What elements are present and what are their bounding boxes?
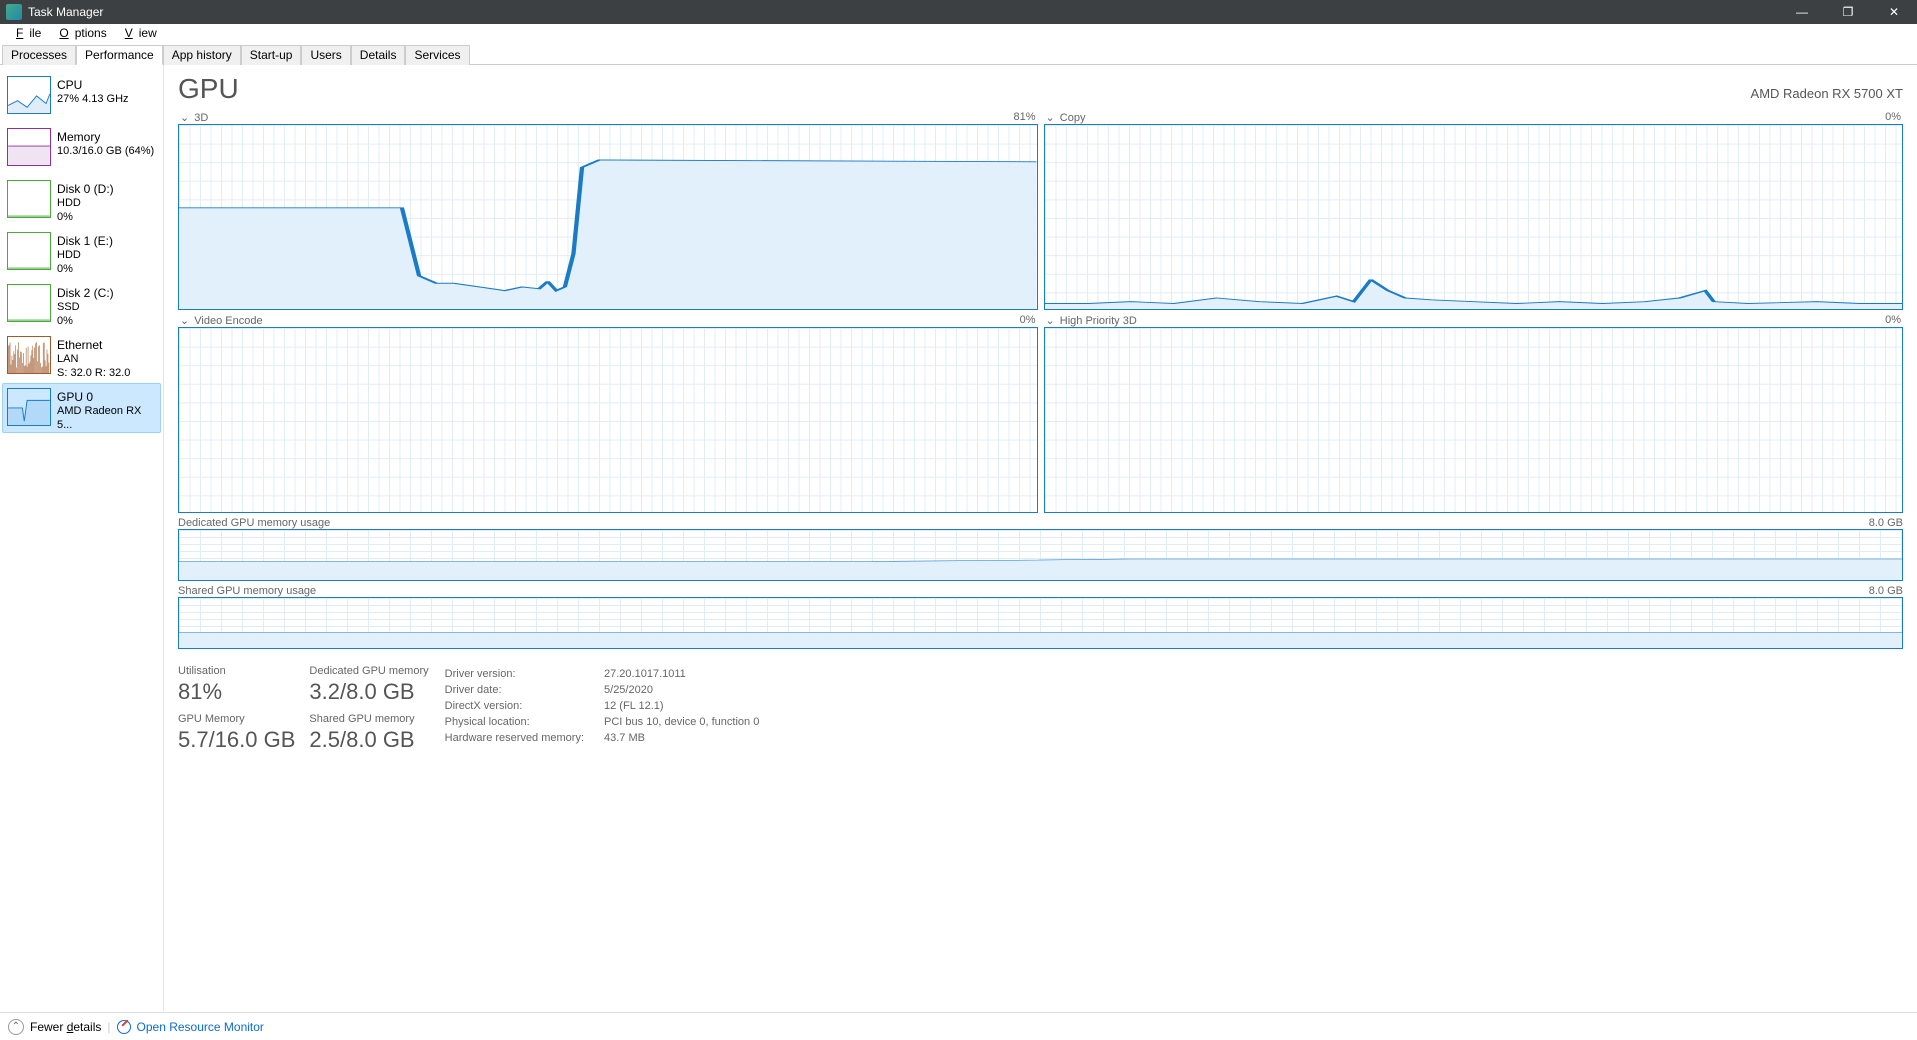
mini-chart bbox=[7, 128, 51, 166]
chart-copy-header[interactable]: ⌄ Copy 0% bbox=[1044, 111, 1904, 124]
sidebar-item-title: CPU bbox=[57, 78, 129, 93]
chevron-up-icon[interactable]: ⌃ bbox=[8, 1019, 24, 1035]
mini-chart bbox=[7, 284, 51, 322]
sidebar-item-title: Ethernet bbox=[57, 338, 156, 353]
status-bar: ⌃ Fewer details | Open Resource Monitor bbox=[0, 1012, 1917, 1040]
gpu-mem-value: 5.7/16.0 GB bbox=[178, 727, 295, 753]
tabs-bar: ProcessesPerformanceApp historyStart-upU… bbox=[0, 42, 1917, 65]
close-button[interactable]: ✕ bbox=[1871, 0, 1917, 24]
mini-chart bbox=[7, 388, 51, 426]
maximize-button[interactable]: ❐ bbox=[1825, 0, 1871, 24]
sidebar-item-sub: HDD bbox=[57, 249, 113, 263]
shared-mem-value: 2.5/8.0 GB bbox=[309, 727, 428, 753]
sidebar-item-sub2: 0% bbox=[57, 211, 114, 220]
chevron-down-icon: ⌄ bbox=[1046, 315, 1055, 327]
sidebar-item-sub2: 0% bbox=[57, 315, 114, 324]
info-label: Hardware reserved memory: bbox=[445, 731, 602, 745]
app-icon bbox=[6, 4, 22, 20]
driver-info-table: Driver version:27.20.1017.1011Driver dat… bbox=[443, 665, 762, 747]
info-label: Driver version: bbox=[445, 667, 602, 681]
menu-bar: File Options View bbox=[0, 24, 1917, 42]
chevron-down-icon: ⌄ bbox=[180, 112, 189, 124]
sidebar-item-title: Disk 0 (D:) bbox=[57, 182, 114, 197]
sidebar-list: CPU27% 4.13 GHzMemory10.3/16.0 GB (64%)D… bbox=[0, 65, 164, 1011]
window-title: Task Manager bbox=[28, 5, 103, 19]
sidebar-item-sub2: 0% bbox=[57, 263, 113, 272]
resource-monitor-icon bbox=[117, 1020, 131, 1034]
tab-processes[interactable]: Processes bbox=[2, 45, 76, 65]
chart-3d bbox=[178, 124, 1038, 310]
info-label: DirectX version: bbox=[445, 699, 602, 713]
chart-video-encode bbox=[178, 327, 1038, 513]
open-resource-monitor-link[interactable]: Open Resource Monitor bbox=[137, 1020, 264, 1034]
chart-high-priority-3d bbox=[1044, 327, 1904, 513]
chart-dedicated-mem bbox=[178, 529, 1903, 581]
tab-users[interactable]: Users bbox=[301, 45, 350, 65]
title-bar: Task Manager ― ❐ ✕ bbox=[0, 0, 1917, 24]
menu-view[interactable]: View bbox=[113, 26, 163, 40]
detail-pane: GPU AMD Radeon RX 5700 XT ⌄ 3D 81% bbox=[164, 65, 1917, 1011]
sidebar-item-sub2: S: 32.0 R: 32.0 Kbps bbox=[57, 367, 156, 376]
mini-chart bbox=[7, 336, 51, 374]
sidebar-item-cpu[interactable]: CPU27% 4.13 GHz bbox=[2, 71, 161, 121]
sidebar-item-sub: 10.3/16.0 GB (64%) bbox=[57, 145, 154, 159]
sidebar-item-sub: 27% 4.13 GHz bbox=[57, 93, 129, 107]
sidebar-item-disk-0-d-[interactable]: Disk 0 (D:)HDD0% bbox=[2, 175, 161, 225]
info-label: Driver date: bbox=[445, 683, 602, 697]
tab-details[interactable]: Details bbox=[351, 45, 406, 65]
chevron-down-icon: ⌄ bbox=[1046, 112, 1055, 124]
gpu-model: AMD Radeon RX 5700 XT bbox=[1751, 86, 1903, 101]
chevron-down-icon: ⌄ bbox=[180, 315, 189, 327]
info-value: 12 (FL 12.1) bbox=[604, 699, 759, 713]
sidebar-item-disk-1-e-[interactable]: Disk 1 (E:)HDD0% bbox=[2, 227, 161, 277]
sidebar-item-sub: AMD Radeon RX 5... bbox=[57, 405, 156, 428]
info-label: Physical location: bbox=[445, 715, 602, 729]
sidebar-item-title: Disk 2 (C:) bbox=[57, 286, 114, 301]
mini-chart bbox=[7, 76, 51, 114]
fewer-details-button[interactable]: Fewer details bbox=[30, 1020, 101, 1034]
page-title: GPU bbox=[178, 73, 239, 105]
tab-services[interactable]: Services bbox=[405, 45, 469, 65]
sidebar-item-ethernet[interactable]: EthernetLANS: 32.0 R: 32.0 Kbps bbox=[2, 331, 161, 381]
chart-copy bbox=[1044, 124, 1904, 310]
info-value: 43.7 MB bbox=[604, 731, 759, 745]
tab-app-history[interactable]: App history bbox=[163, 45, 241, 65]
chart-high-priority-3d-header[interactable]: ⌄ High Priority 3D 0% bbox=[1044, 314, 1904, 327]
mini-chart bbox=[7, 232, 51, 270]
sidebar-item-gpu-0[interactable]: GPU 0AMD Radeon RX 5...81% bbox=[2, 383, 161, 433]
chart-shared-mem bbox=[178, 597, 1903, 649]
tab-start-up[interactable]: Start-up bbox=[241, 45, 302, 65]
utilisation-value: 81% bbox=[178, 679, 295, 705]
minimize-button[interactable]: ― bbox=[1779, 0, 1825, 24]
sidebar-item-title: GPU 0 bbox=[57, 390, 156, 405]
sidebar-item-title: Disk 1 (E:) bbox=[57, 234, 113, 249]
dedicated-mem-label: Dedicated GPU memory usage bbox=[178, 517, 330, 529]
menu-file[interactable]: File bbox=[4, 26, 47, 40]
chart-video-encode-header[interactable]: ⌄ Video Encode 0% bbox=[178, 314, 1038, 327]
sidebar-item-sub: SSD bbox=[57, 301, 114, 315]
menu-options[interactable]: Options bbox=[47, 26, 112, 40]
sidebar-item-sub: LAN bbox=[57, 353, 156, 367]
mini-chart bbox=[7, 180, 51, 218]
info-value: 5/25/2020 bbox=[604, 683, 759, 697]
tab-performance[interactable]: Performance bbox=[76, 45, 163, 65]
sidebar-item-title: Memory bbox=[57, 130, 154, 145]
shared-mem-label: Shared GPU memory usage bbox=[178, 585, 316, 597]
sidebar-item-memory[interactable]: Memory10.3/16.0 GB (64%) bbox=[2, 123, 161, 173]
sidebar-item-disk-2-c-[interactable]: Disk 2 (C:)SSD0% bbox=[2, 279, 161, 329]
sidebar-item-sub: HDD bbox=[57, 197, 114, 211]
info-value: 27.20.1017.1011 bbox=[604, 667, 759, 681]
stats-grid: Utilisation 81% GPU Memory 5.7/16.0 GB D… bbox=[178, 665, 1903, 761]
info-value: PCI bus 10, device 0, function 0 bbox=[604, 715, 759, 729]
chart-3d-header[interactable]: ⌄ 3D 81% bbox=[178, 111, 1038, 124]
dedicated-mem-value: 3.2/8.0 GB bbox=[309, 679, 428, 705]
